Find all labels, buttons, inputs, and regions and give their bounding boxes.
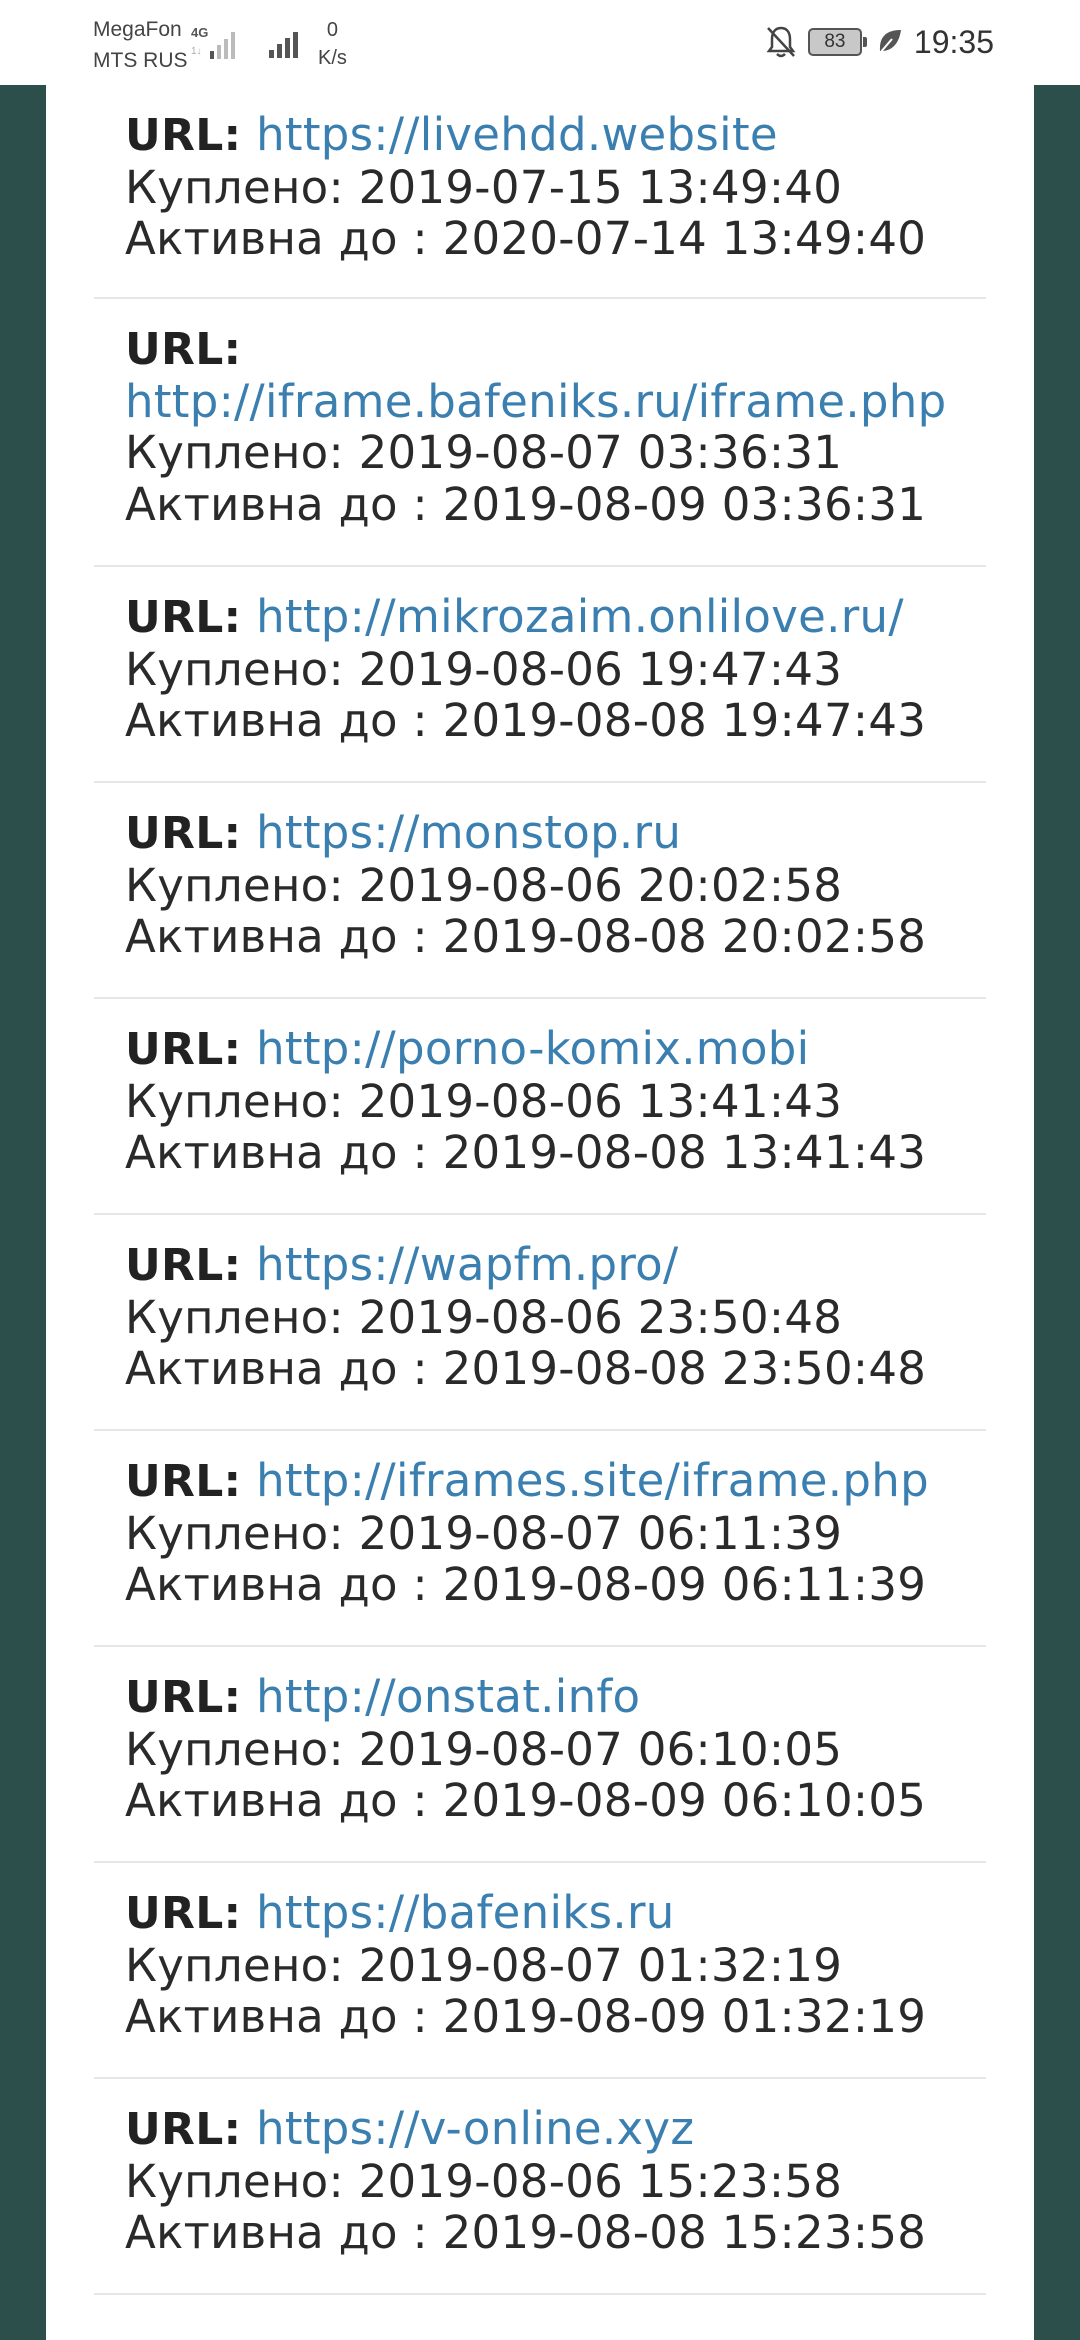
bought-label: Куплено: bbox=[125, 426, 344, 479]
svg-text:4G: 4G bbox=[191, 25, 208, 40]
active-until-label: Активна до : bbox=[125, 212, 428, 265]
bought-label: Куплено: bbox=[125, 1938, 344, 1992]
list-item: URL: http://onstat.info Куплено: 2019-08… bbox=[94, 1647, 986, 1863]
list-item: URL: http://iframe.bafeniks.ru/iframe.ph… bbox=[94, 299, 986, 567]
url-label: URL: bbox=[125, 110, 242, 161]
url-link[interactable]: https://livehdd.website bbox=[256, 108, 778, 161]
bought-date: 2019-07-15 13:49:40 bbox=[358, 160, 843, 214]
active-until-label: Активна до : bbox=[125, 2206, 428, 2259]
url-link[interactable]: http://iframe.bafeniks.ru/iframe.php bbox=[125, 375, 946, 428]
active-until-date: 2019-08-08 20:02:58 bbox=[442, 910, 927, 963]
active-until-label: Активна до : bbox=[125, 1774, 428, 1827]
active-until-date: 2020-07-14 13:49:40 bbox=[442, 212, 927, 265]
active-until-label: Активна до : bbox=[125, 1126, 428, 1179]
bought-date: 2019-08-06 23:50:48 bbox=[358, 1290, 843, 1344]
url-label: URL: bbox=[125, 808, 242, 859]
active-until-date: 2019-08-09 03:36:31 bbox=[442, 477, 927, 531]
url-link[interactable]: http://iframes.site/iframe.php bbox=[256, 1454, 929, 1507]
carrier-names: MegaFon MTS RUS bbox=[93, 14, 188, 76]
active-until-label: Активна до : bbox=[125, 694, 428, 747]
list-item: URL: https://v-online.xyz Куплено: 2019-… bbox=[94, 2079, 986, 2295]
carrier-1: MegaFon bbox=[93, 18, 182, 41]
bought-label: Куплено: bbox=[125, 858, 344, 912]
bought-label: Куплено: bbox=[125, 1074, 344, 1128]
url-label: URL: bbox=[125, 2104, 242, 2155]
url-link[interactable]: http://onstat.info bbox=[256, 1670, 640, 1723]
network-speed-value: 0 bbox=[326, 19, 339, 41]
network-speed: 0 K/s bbox=[318, 16, 347, 72]
url-label: URL: bbox=[125, 1672, 242, 1723]
bell-off-icon bbox=[766, 26, 796, 58]
url-label: URL: bbox=[125, 324, 242, 375]
bought-date: 2019-08-06 19:47:43 bbox=[358, 642, 843, 696]
purchases-card: URL: https://livehdd.website Куплено: 20… bbox=[46, 85, 1034, 2340]
signal-icon bbox=[269, 32, 298, 58]
url-link[interactable]: https://v-online.xyz bbox=[256, 2102, 694, 2155]
active-until-label: Активна до : bbox=[125, 477, 428, 531]
svg-text:1↓: 1↓ bbox=[191, 46, 202, 57]
url-label: URL: bbox=[125, 1456, 242, 1507]
bought-label: Куплено: bbox=[125, 1290, 344, 1344]
url-link[interactable]: http://mikrozaim.onlilove.ru/ bbox=[256, 590, 904, 643]
bought-label: Куплено: bbox=[125, 2154, 344, 2208]
battery-icon: 83 bbox=[807, 28, 867, 56]
url-link[interactable]: http://porno-komix.mobi bbox=[256, 1022, 809, 1075]
bought-label: Куплено: bbox=[125, 1506, 344, 1560]
list-item: URL: http://iframes.site/iframe.php Купл… bbox=[94, 1431, 986, 1647]
bought-date: 2019-08-06 13:41:43 bbox=[358, 1074, 843, 1128]
active-until-date: 2019-08-09 01:32:19 bbox=[442, 1990, 927, 2043]
active-until-date: 2019-08-09 06:11:39 bbox=[442, 1558, 927, 1611]
active-until-label: Активна до : bbox=[125, 910, 428, 963]
list-item: URL: http://porno-komix.mobi Куплено: 20… bbox=[94, 999, 986, 1215]
active-until-date: 2019-08-08 13:41:43 bbox=[442, 1126, 927, 1179]
list-item: URL: https://bafeniks.ru Куплено: 2019-0… bbox=[94, 1863, 986, 2079]
bought-label: Куплено: bbox=[125, 1722, 344, 1776]
active-until-date: 2019-08-08 15:23:58 bbox=[442, 2206, 927, 2259]
active-until-label: Активна до : bbox=[125, 1990, 428, 2043]
signal-4g-icon: 4G 1↓ bbox=[191, 25, 235, 59]
active-until-label: Активна до : bbox=[125, 1342, 428, 1395]
bought-date: 2019-08-07 01:32:19 bbox=[358, 1938, 843, 1992]
bought-label: Куплено: bbox=[125, 160, 344, 214]
active-until-date: 2019-08-08 19:47:43 bbox=[442, 694, 927, 747]
url-label: URL: bbox=[125, 1240, 242, 1291]
carrier-2: MTS RUS bbox=[93, 49, 188, 72]
url-label: URL: bbox=[125, 592, 242, 643]
bought-date: 2019-08-07 03:36:31 bbox=[358, 426, 843, 479]
list-item: URL: https://monstop.ru Куплено: 2019-08… bbox=[94, 783, 986, 999]
bought-date: 2019-08-06 15:23:58 bbox=[358, 2154, 843, 2208]
bought-date: 2019-08-07 06:11:39 bbox=[358, 1506, 843, 1560]
active-until-label: Активна до : bbox=[125, 1558, 428, 1611]
list-item: URL: http://mikrozaim.onlilove.ru/ Купле… bbox=[94, 567, 986, 783]
list-item: URL: https://livehdd.website Куплено: 20… bbox=[94, 85, 986, 299]
network-speed-unit: K/s bbox=[318, 47, 347, 69]
bought-date: 2019-08-07 06:10:05 bbox=[358, 1722, 843, 1776]
url-label: URL: bbox=[125, 1888, 242, 1939]
url-link[interactable]: https://monstop.ru bbox=[256, 806, 681, 859]
active-until-date: 2019-08-09 06:10:05 bbox=[442, 1774, 927, 1827]
url-link[interactable]: https://bafeniks.ru bbox=[256, 1886, 675, 1939]
url-label: URL: bbox=[125, 1024, 242, 1075]
leaf-icon bbox=[879, 30, 901, 54]
bought-date: 2019-08-06 20:02:58 bbox=[358, 858, 843, 912]
status-bar: MegaFon MTS RUS 4G 1↓ 0 K/s 83 19:35 bbox=[0, 0, 1080, 85]
bought-label: Куплено: bbox=[125, 642, 344, 696]
list-item: URL: https://wapfm.pro/ Куплено: 2019-08… bbox=[94, 1215, 986, 1431]
active-until-date: 2019-08-08 23:50:48 bbox=[442, 1342, 927, 1395]
clock: 19:35 bbox=[913, 23, 994, 60]
url-link[interactable]: https://wapfm.pro/ bbox=[256, 1238, 678, 1291]
